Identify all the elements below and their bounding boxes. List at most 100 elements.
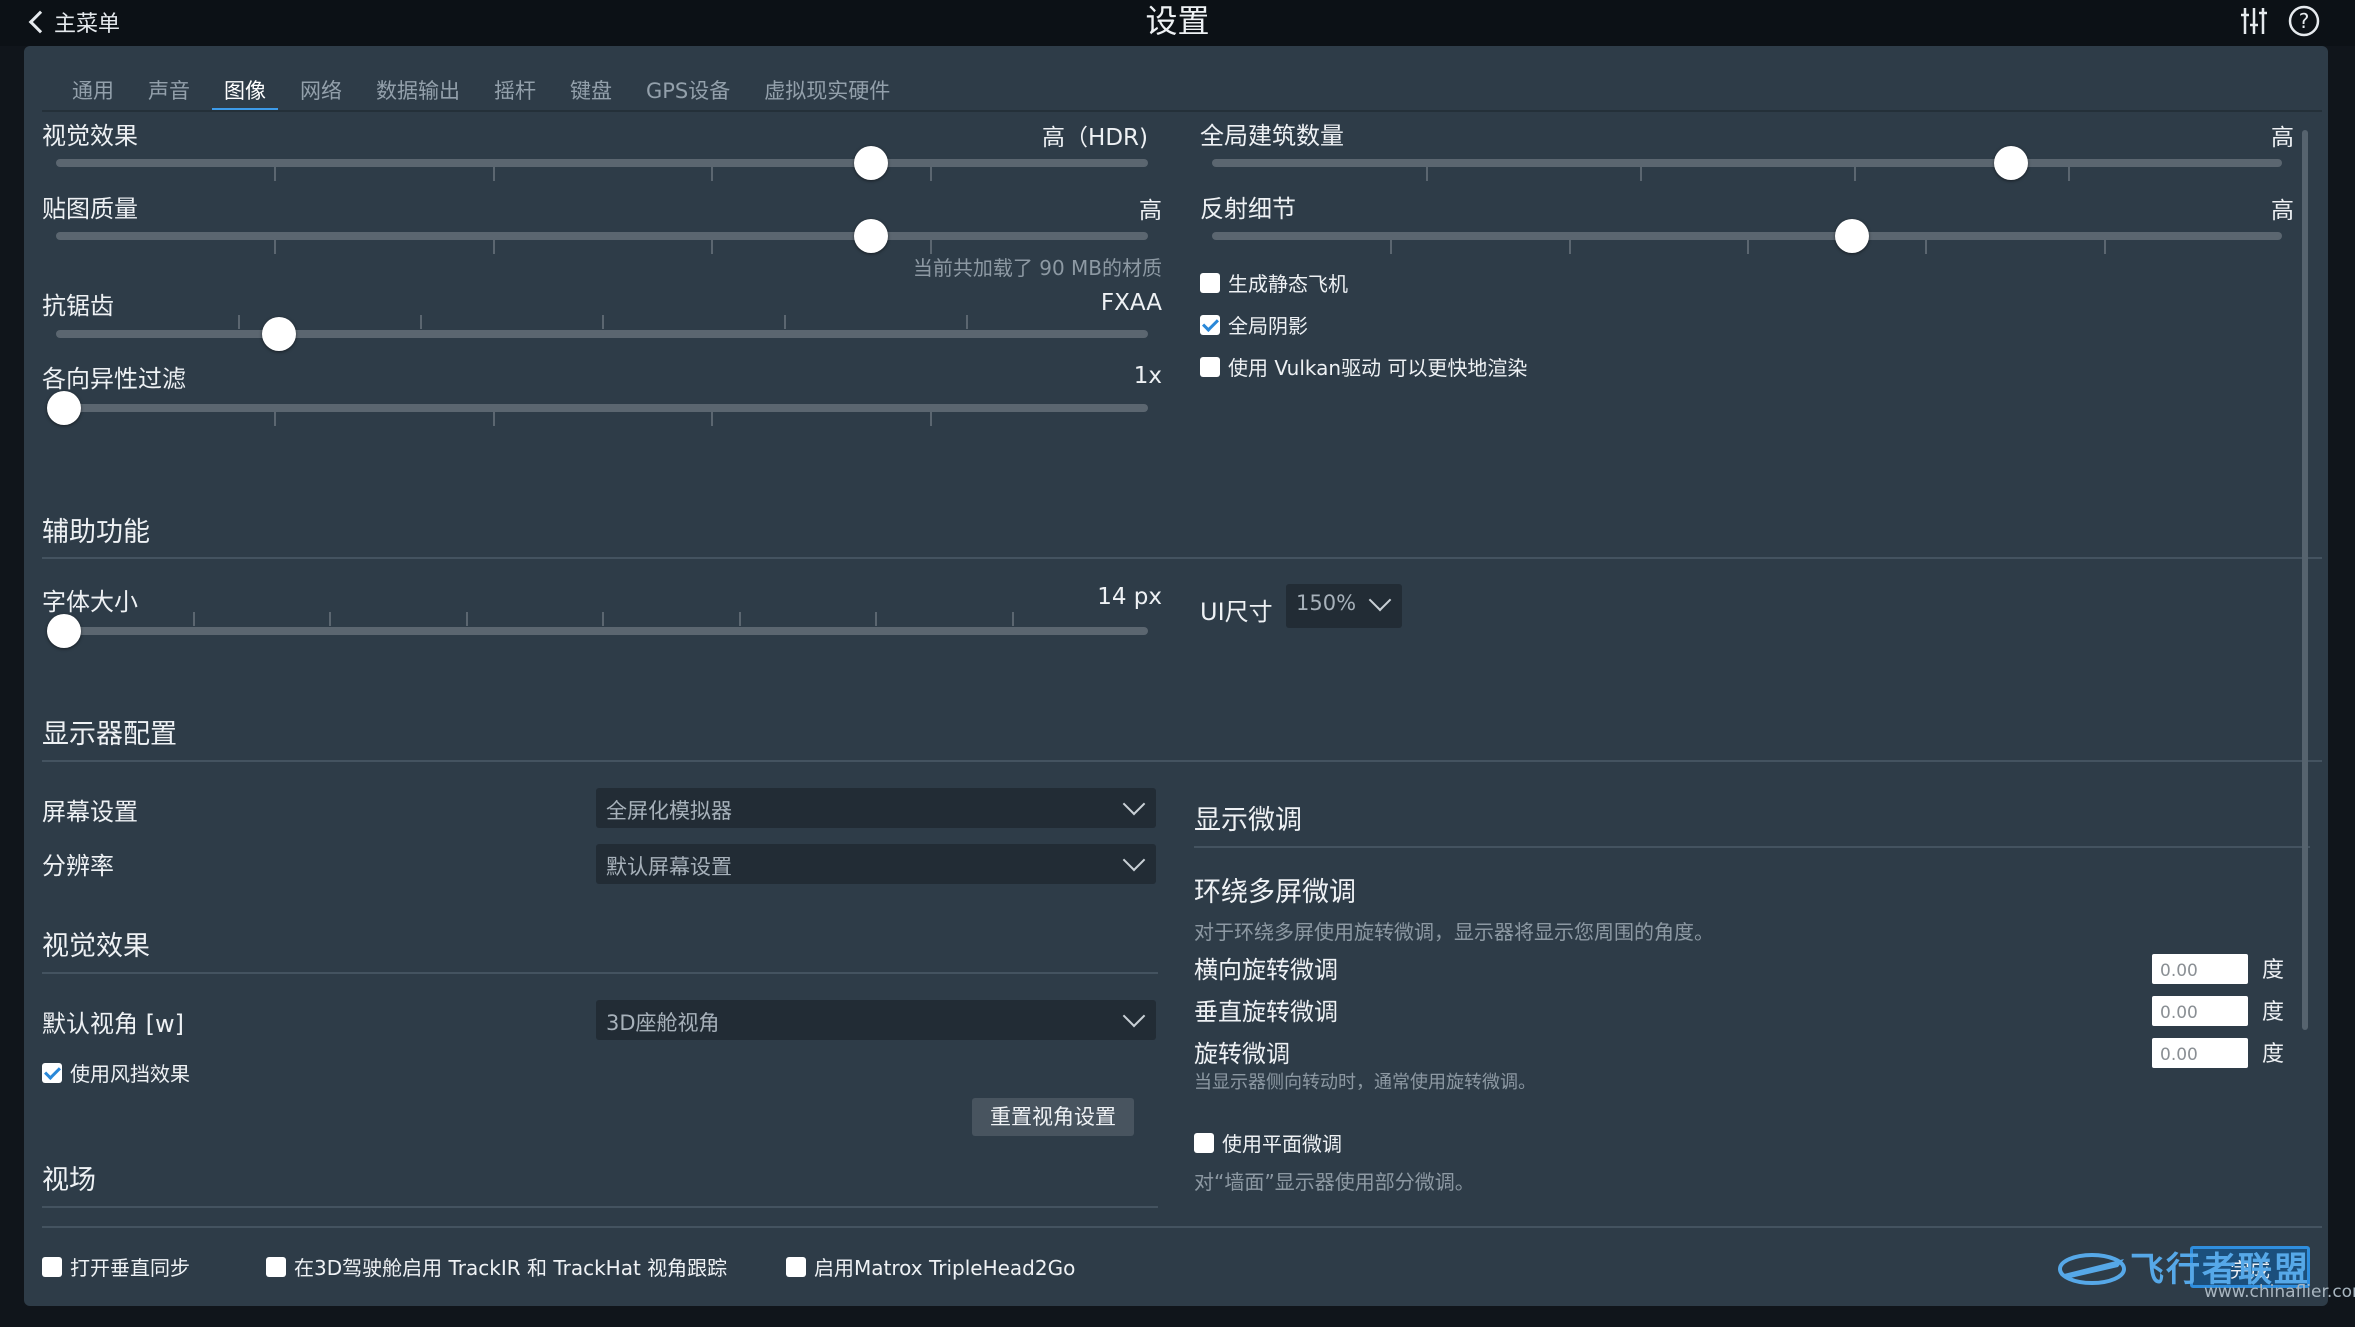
slider-tick	[2104, 240, 2106, 254]
slider-tick	[2068, 167, 2070, 181]
tab-keyboard[interactable]: 键盘	[558, 74, 624, 112]
accessibility-title: 辅助功能	[42, 517, 150, 548]
select-value: 默认屏幕设置	[606, 855, 732, 879]
slider-thumb[interactable]	[1993, 146, 2028, 180]
slider-track	[56, 159, 1148, 167]
checkbox-box[interactable]	[42, 1062, 62, 1083]
rotation-note: 当显示器侧向转动时，通常使用旋转微调。	[1194, 1072, 1536, 1093]
tab-vr[interactable]: 虚拟现实硬件	[752, 74, 902, 112]
slider-tick	[493, 412, 495, 426]
tab-network[interactable]: 网络	[288, 74, 354, 112]
divider	[42, 760, 2322, 762]
degree-unit: 度	[2262, 1042, 2285, 1067]
buildings-slider[interactable]	[1212, 146, 2282, 181]
slider-tick	[1854, 167, 1856, 181]
slider-tick	[930, 412, 932, 426]
slider-tick	[602, 315, 604, 329]
slider-tick	[966, 315, 968, 329]
windshield-checkbox[interactable]: 使用风挡效果	[42, 1058, 190, 1087]
svg-text:?: ?	[2299, 9, 2310, 33]
font-size-slider[interactable]	[47, 612, 1148, 648]
checkbox-box[interactable]	[42, 1256, 62, 1277]
slider-track	[56, 232, 1148, 240]
slider-tick	[1426, 167, 1428, 181]
anisotropic-value: 1x	[1133, 363, 1162, 389]
fov-title: 视场	[42, 1165, 96, 1196]
slider-track	[1212, 232, 2282, 240]
slider-tick	[493, 167, 495, 181]
vertical-rotation-label: 垂直旋转微调	[1194, 998, 1338, 1026]
vsync-checkbox[interactable]: 打开垂直同步	[42, 1252, 190, 1281]
resolution-label: 分辨率	[42, 852, 114, 880]
visual-effects-slider[interactable]	[56, 146, 1148, 181]
select-value: 3D座舱视角	[606, 1011, 720, 1035]
antialiasing-slider[interactable]	[56, 315, 1148, 351]
slider-tick	[274, 412, 276, 426]
checkbox-box[interactable]	[786, 1256, 806, 1277]
degree-unit: 度	[2262, 1000, 2285, 1025]
slider-thumb[interactable]	[1835, 219, 1870, 253]
tab-divider	[42, 110, 2322, 112]
slider-thumb[interactable]	[262, 317, 297, 351]
texture-memory-note: 当前共加载了 90 MB的材质	[912, 256, 1162, 280]
slider-tick	[1390, 240, 1392, 254]
static-aircraft-checkbox[interactable]: 生成静态飞机	[1200, 268, 1348, 297]
tab-graphics[interactable]: 图像	[212, 74, 278, 112]
texture-quality-slider[interactable]	[56, 219, 1148, 254]
slider-thumb[interactable]	[854, 146, 888, 180]
divider	[42, 1226, 2322, 1228]
tab-general[interactable]: 通用	[60, 74, 126, 112]
rotation-input[interactable]	[2152, 1038, 2248, 1068]
slider-tick	[784, 315, 786, 329]
checkbox-label: 打开垂直同步	[70, 1256, 190, 1280]
slider-tick	[1012, 612, 1014, 626]
flat-tune-desc: 对“墙面”显示器使用部分微调。	[1194, 1170, 1475, 1194]
slider-tick	[238, 315, 240, 329]
checkbox-box[interactable]	[1194, 1132, 1214, 1153]
help-icon[interactable]: ?	[2286, 3, 2322, 39]
tab-joystick[interactable]: 摇杆	[482, 74, 548, 112]
reflection-slider[interactable]	[1212, 219, 2282, 254]
default-view-select[interactable]: 3D座舱视角	[596, 1000, 1156, 1040]
slider-tick	[274, 167, 276, 181]
global-shadows-checkbox[interactable]: 全局阴影	[1200, 310, 1308, 339]
vertical-rotation-input[interactable]	[2152, 996, 2248, 1026]
checkbox-label: 在3D驾驶舱启用 TrackIR 和 TrackHat 视角跟踪	[294, 1256, 728, 1280]
trackir-checkbox[interactable]: 在3D驾驶舱启用 TrackIR 和 TrackHat 视角跟踪	[266, 1252, 727, 1281]
plane-logo-icon	[2058, 1252, 2126, 1285]
horizontal-rotation-input[interactable]	[2152, 954, 2248, 984]
ui-size-select[interactable]: 150%	[1286, 584, 1402, 628]
checkbox-box[interactable]	[266, 1256, 286, 1277]
matrox-checkbox[interactable]: 启用Matrox TripleHead2Go	[786, 1252, 1075, 1281]
vulkan-checkbox[interactable]: 使用 Vulkan驱动 可以更快地渲染	[1200, 352, 1527, 381]
divider	[42, 972, 1158, 974]
slider-thumb[interactable]	[854, 219, 888, 253]
slider-tick	[466, 612, 468, 626]
flat-tune-checkbox[interactable]: 使用平面微调	[1194, 1128, 1342, 1157]
slider-tick	[1640, 167, 1642, 181]
ui-size-label: UI尺寸	[1200, 598, 1273, 626]
reset-view-button[interactable]: 重置视角设置	[972, 1098, 1134, 1136]
resolution-select[interactable]: 默认屏幕设置	[596, 844, 1156, 884]
slider-thumb[interactable]	[47, 391, 81, 425]
checkbox-box[interactable]	[1200, 356, 1220, 377]
screen-label: 屏幕设置	[42, 798, 138, 826]
checkbox-box[interactable]	[1200, 272, 1220, 293]
watermark-url: www.chinaflier.com	[2204, 1282, 2355, 1302]
checkbox-label: 全局阴影	[1228, 314, 1308, 338]
tab-sound[interactable]: 声音	[136, 74, 202, 112]
checkbox-label: 使用 Vulkan驱动 可以更快地渲染	[1228, 356, 1528, 380]
slider-tick	[930, 167, 932, 181]
surround-title: 环绕多屏微调	[1194, 877, 1356, 908]
tab-gps[interactable]: GPS设备	[634, 74, 742, 112]
sliders-icon[interactable]	[2236, 3, 2272, 39]
tab-data-output[interactable]: 数据输出	[364, 74, 472, 112]
watermark-logo: 飞行者联盟 www.chinaflier.com	[2054, 1242, 2355, 1302]
scrollbar[interactable]	[2302, 130, 2308, 1030]
checkbox-box[interactable]	[1200, 314, 1220, 335]
slider-thumb[interactable]	[47, 614, 81, 648]
slider-tick	[493, 240, 495, 254]
screen-select[interactable]: 全屏化模拟器	[596, 788, 1156, 828]
checkbox-label: 生成静态飞机	[1228, 272, 1348, 296]
anisotropic-slider[interactable]	[47, 391, 1148, 426]
